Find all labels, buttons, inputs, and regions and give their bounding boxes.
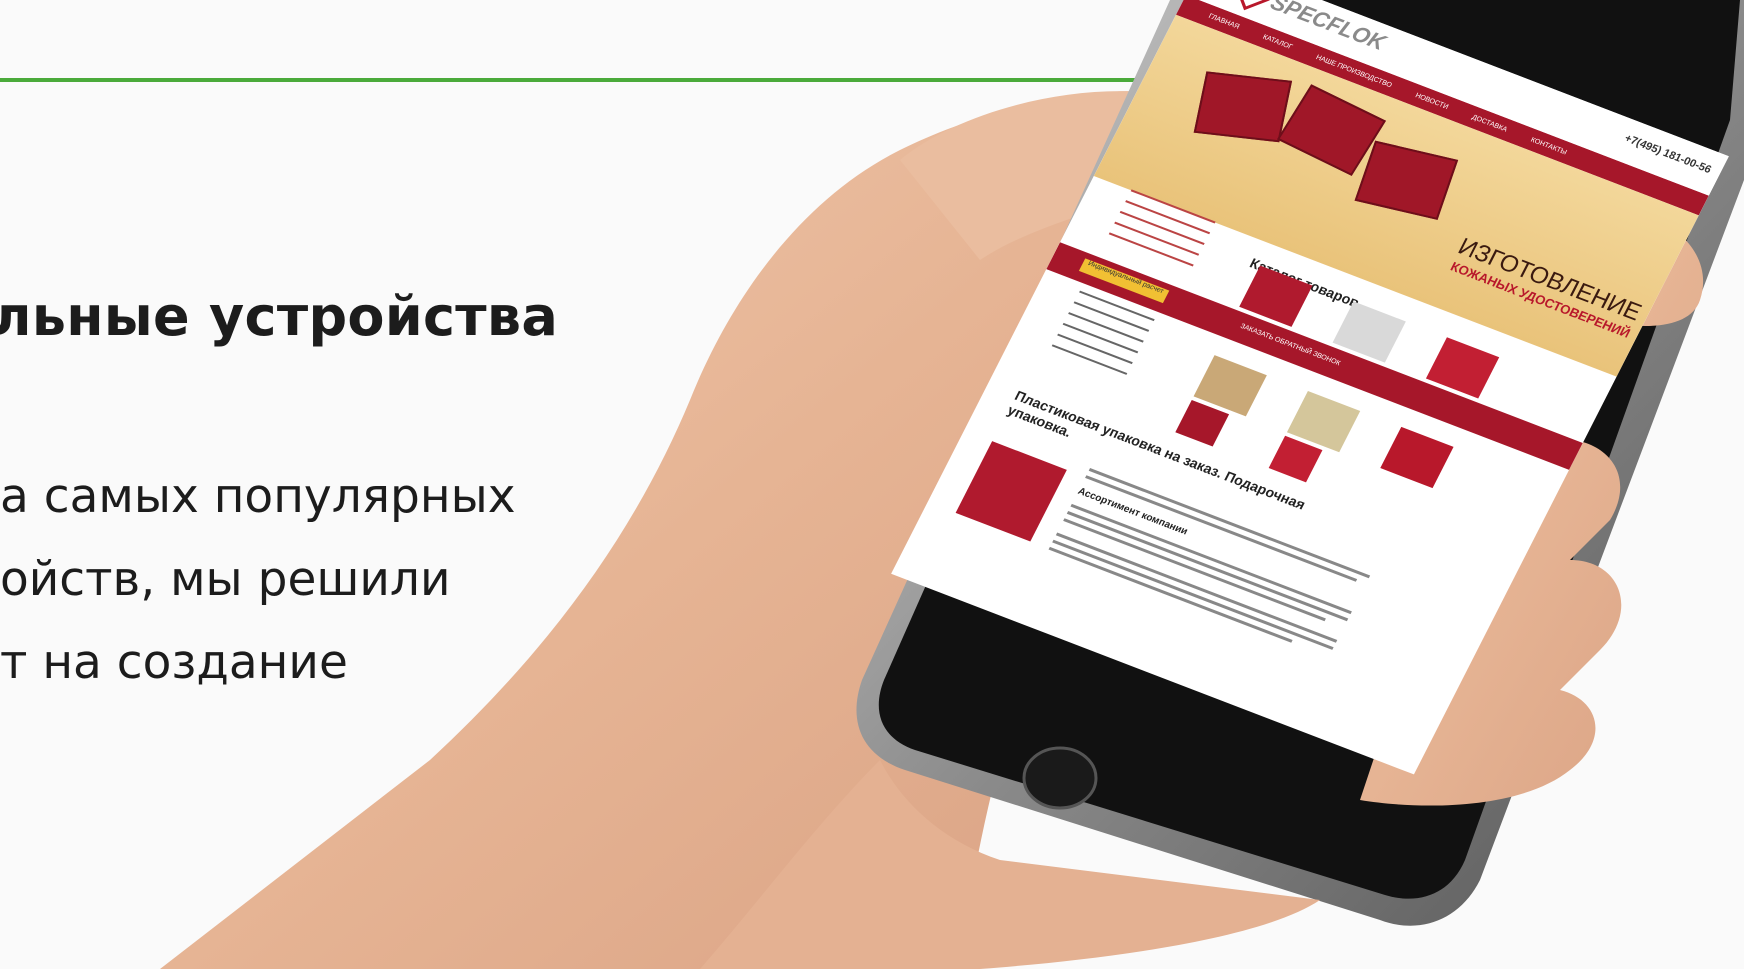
block-title: Пластиковая упаковка на заказ. Подарочна… — [1005, 387, 1308, 526]
callback-link[interactable]: ЗАКАЗАТЬ ОБРАТНЫЙ ЗВОНОК — [1239, 323, 1341, 367]
product-image — [1354, 140, 1459, 220]
catalog-thumb[interactable] — [1380, 426, 1454, 489]
text-line — [1066, 511, 1349, 622]
product-image — [1193, 71, 1293, 143]
text-line — [1070, 503, 1352, 615]
nav-item[interactable]: ГЛАВНАЯ — [1207, 12, 1240, 30]
home-button — [1022, 746, 1098, 810]
block-title-line1: Пластиковая упаковка на заказ. Подарочна… — [1012, 387, 1309, 513]
logo-icon — [1235, 0, 1270, 11]
block-image — [955, 441, 1067, 542]
nav-item[interactable]: КАТАЛОГ — [1262, 33, 1294, 50]
